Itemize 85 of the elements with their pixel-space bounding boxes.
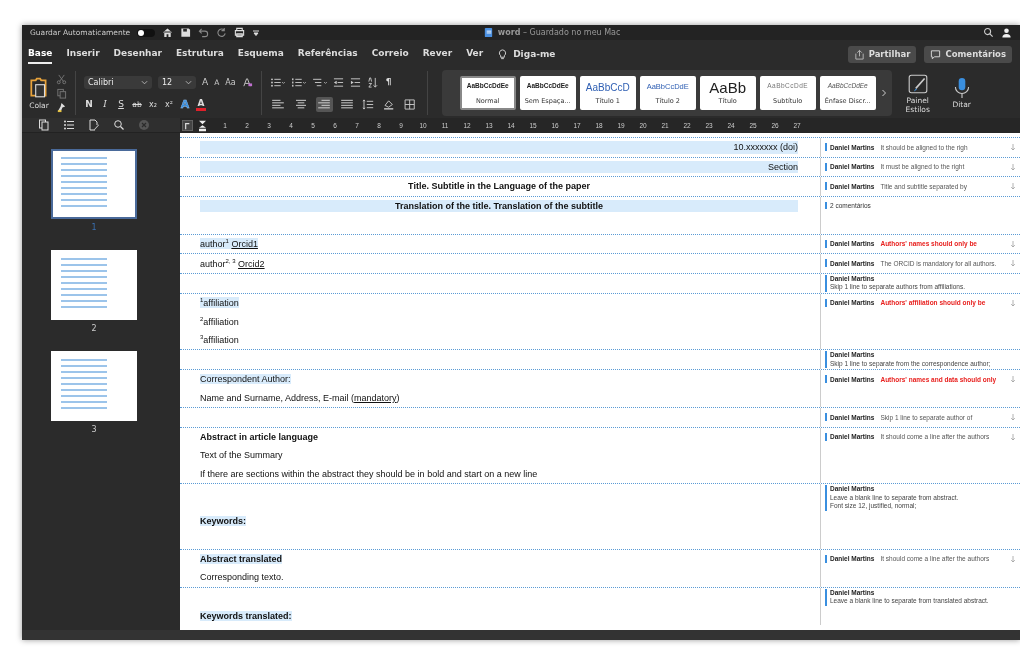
account-icon[interactable]: [1001, 27, 1012, 38]
ribbon-tab[interactable]: Inserir: [66, 44, 100, 64]
italic-button[interactable]: I: [100, 99, 110, 109]
ribbon-tab[interactable]: Desenhar: [113, 44, 162, 64]
undo-icon[interactable]: [198, 27, 210, 38]
show-formatting-marks-button[interactable]: ¶: [383, 77, 394, 87]
decrease-indent-icon[interactable]: [332, 76, 344, 88]
numbering-icon[interactable]: [290, 76, 306, 88]
ribbon-tab[interactable]: Base: [28, 44, 53, 64]
ribbon-tab[interactable]: Ver: [466, 44, 484, 64]
document-paragraph: If there are sections within the abstract they should be in bold and start on a new line: [200, 468, 538, 479]
grow-font-button[interactable]: A: [202, 77, 209, 87]
chevron-right-icon[interactable]: [879, 89, 888, 97]
search-icon[interactable]: [983, 27, 994, 38]
bold-button[interactable]: N: [84, 99, 94, 109]
document-paragraph: Keywords translated:: [200, 610, 292, 621]
pane-brush-icon: [906, 72, 929, 95]
document-paragraph: 10.xxxxxxx (doi): [733, 142, 798, 153]
document-paragraph: Corresponding texto.: [200, 572, 284, 583]
page-number: 3: [91, 425, 97, 434]
ribbon-tab[interactable]: Referências: [297, 44, 358, 64]
caret-icon: [185, 78, 192, 86]
document-paragraph: Section: [767, 161, 798, 172]
document-paragraph: Keywords:: [200, 515, 246, 526]
clear-formatting-icon[interactable]: [241, 76, 253, 88]
document-edit-icon[interactable]: [88, 119, 100, 131]
window-title: word – Guardado no meu Mac: [497, 28, 621, 37]
link[interactable]: mandatory: [354, 392, 397, 403]
save-icon[interactable]: [180, 27, 192, 38]
document-paragraph: Name and Surname, Address, E-mail (mandatory): [200, 392, 400, 403]
font-color-button[interactable]: A: [196, 97, 206, 111]
subscript-button[interactable]: x₂: [148, 99, 158, 109]
change-case-button[interactable]: Aa: [225, 77, 236, 87]
ribbon-tab[interactable]: Rever: [422, 44, 453, 64]
document-paragraph: Correspondent Author:: [200, 374, 291, 385]
tell-me-field[interactable]: Diga-me: [513, 49, 556, 59]
thumbnails-icon[interactable]: [38, 119, 50, 131]
print-icon[interactable]: [234, 27, 246, 38]
superscript-button[interactable]: x²: [164, 99, 174, 109]
home-icon[interactable]: [162, 27, 174, 38]
increase-indent-icon[interactable]: [349, 76, 361, 88]
page-number: 2: [91, 324, 97, 333]
redo-icon[interactable]: [216, 27, 228, 38]
lightbulb-icon: [497, 48, 509, 60]
page-thumbnail[interactable]: [51, 149, 137, 219]
customize-caret-icon[interactable]: [252, 28, 261, 37]
underline-button[interactable]: S: [116, 99, 126, 109]
indent-marker-icon[interactable]: [199, 119, 206, 132]
share-icon: [853, 48, 865, 60]
document-paragraph: Abstract in article language: [200, 431, 319, 442]
ribbon-tab[interactable]: Estrutura: [175, 44, 224, 64]
ribbon-tab[interactable]: Esquema: [237, 44, 284, 64]
ribbon-tab[interactable]: Correio: [371, 44, 409, 64]
scissors-icon[interactable]: [56, 73, 67, 85]
text-effects-button[interactable]: A: [180, 97, 190, 111]
document-paragraph: $^{1}$affiliation: [200, 297, 239, 309]
caret-icon: [141, 78, 148, 86]
sort-icon[interactable]: [366, 76, 378, 88]
page-number: 1: [91, 223, 97, 232]
bullets-icon[interactable]: [269, 76, 285, 88]
outline-list-icon[interactable]: [63, 119, 75, 131]
document-paragraph: author$^{1}$ Orcid1: [200, 238, 258, 250]
document-icon: [482, 27, 494, 38]
autosave-toggle[interactable]: [137, 28, 156, 37]
page-thumbnail[interactable]: [51, 250, 137, 320]
link[interactable]: Orcid2: [238, 258, 265, 269]
multilevel-list-icon[interactable]: [311, 76, 327, 88]
page-thumbnail[interactable]: [51, 351, 137, 421]
search-icon[interactable]: [113, 119, 125, 131]
speech-bubble-icon: [930, 48, 942, 60]
share-button[interactable]: Partilhar: [847, 45, 917, 63]
document-paragraph: Title. Subtitle in the Language of the paper: [408, 181, 590, 192]
document-paragraph: author$^{2, 3}$ Orcid2: [200, 257, 265, 269]
tab-stop-icon[interactable]: [182, 120, 193, 131]
document-paragraph: Abstract translated: [200, 553, 283, 564]
document-paragraph: $^{3}$affiliation: [200, 334, 239, 346]
link[interactable]: Orcid1: [231, 239, 258, 250]
document-paragraph: Text of the Summary: [200, 450, 283, 461]
format-painter-icon[interactable]: [56, 101, 67, 113]
comments-button[interactable]: Comentários: [924, 45, 1012, 63]
font-size-dropdown[interactable]: 12: [158, 75, 196, 89]
align-right-button[interactable]: [315, 96, 333, 112]
document-paragraph: Translation of the title. Translation of the subtitle: [395, 200, 603, 211]
document-paragraph: $^{2}$affiliation: [200, 315, 239, 327]
font-name-dropdown[interactable]: Calibri: [84, 75, 152, 89]
